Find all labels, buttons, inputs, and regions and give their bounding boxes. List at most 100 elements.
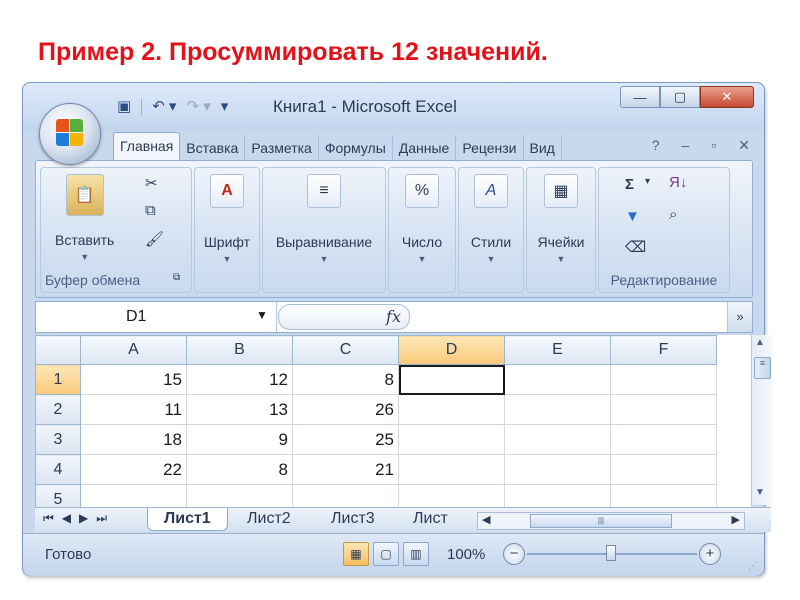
normal-view-button[interactable]: ▦ [343,542,369,566]
help-icon[interactable]: ? [652,137,660,154]
cell[interactable] [610,424,717,455]
page-layout-view-button[interactable]: ▢ [373,542,399,566]
autosum-icon[interactable]: Σ [625,176,634,193]
fill-icon[interactable]: ▼ [625,208,640,225]
vertical-scrollbar[interactable]: ▲ ≡ ▼ [751,335,772,505]
cell[interactable]: 26 [292,394,399,425]
row-header[interactable]: 4 [35,454,81,485]
zoom-out-button[interactable]: − [503,543,525,565]
cell[interactable] [398,484,505,507]
cell[interactable] [610,454,717,485]
number-button[interactable]: % Число ▼ [389,174,455,264]
cell[interactable] [80,484,187,507]
zoom-level[interactable]: 100% [447,546,485,563]
select-all-corner[interactable] [35,335,81,365]
find-select-icon[interactable]: ⌕ [669,206,677,223]
active-cell[interactable] [398,364,505,395]
row-header[interactable]: 2 [35,394,81,425]
scroll-left-icon[interactable]: ◀ [482,513,490,526]
column-header[interactable]: A [80,335,187,365]
maximize-button[interactable]: ▢ [660,86,700,108]
zoom-slider-thumb[interactable] [606,545,616,561]
column-header[interactable]: E [504,335,611,365]
cell[interactable]: 13 [186,394,293,425]
cell[interactable]: 9 [186,424,293,455]
tab-view[interactable]: Вид [524,135,562,161]
tab-home[interactable]: Главная [113,132,181,161]
cell[interactable]: 21 [292,454,399,485]
chevron-down-icon[interactable]: ▾ [645,176,650,187]
copy-icon[interactable]: ⧉ [145,202,156,219]
office-button[interactable] [39,103,101,165]
sheet-tab[interactable]: Лист3 [315,508,391,530]
scroll-right-icon[interactable]: ▶ [732,513,740,526]
cells-button[interactable]: ▦ Ячейки ▼ [527,174,595,264]
cell[interactable] [504,394,611,425]
row-header[interactable]: 5 [35,484,81,507]
page-break-view-button[interactable]: ▥ [403,542,429,566]
cell[interactable] [610,394,717,425]
cell[interactable]: 25 [292,424,399,455]
cell[interactable] [610,364,717,395]
save-icon[interactable]: ▣ [117,97,131,117]
resize-grip-icon[interactable]: ⋰ [748,561,758,572]
paste-button[interactable]: 📋 Вставить ▼ [55,174,114,262]
format-painter-icon[interactable]: 🖌 [145,230,164,248]
cell[interactable] [398,394,505,425]
zoom-in-button[interactable]: + [699,543,721,565]
font-button[interactable]: A Шрифт ▼ [195,174,259,264]
cell[interactable]: 22 [80,454,187,485]
expand-formula-bar-icon[interactable]: » [727,302,752,332]
cell[interactable]: 11 [80,394,187,425]
column-header[interactable]: C [292,335,399,365]
undo-icon[interactable]: ↶ ▾ [152,97,176,117]
scroll-thumb[interactable]: ||| [530,514,672,528]
tab-insert[interactable]: Вставка [180,135,246,161]
cell[interactable] [398,454,505,485]
column-header-selected[interactable]: D [398,335,505,365]
cell[interactable]: 15 [80,364,187,395]
workbook-close-button[interactable]: ✕ [738,137,750,154]
cell[interactable]: 8 [292,364,399,395]
tab-review[interactable]: Рецензи [456,135,524,161]
redo-icon[interactable]: ↷ ▾ [186,97,210,117]
cell[interactable] [504,484,611,507]
sheet-tab[interactable]: Лист2 [231,508,307,530]
horizontal-scrollbar[interactable]: ◀ ||| ▶ [477,512,745,530]
fx-icon[interactable]: fx [386,307,401,326]
cell[interactable] [610,484,717,507]
cell[interactable] [504,454,611,485]
sheet-tab[interactable]: Лист [397,508,464,530]
scroll-up-icon[interactable]: ▲ [755,337,765,348]
alignment-button[interactable]: ≡ Выравнивание ▼ [263,174,385,264]
cell[interactable]: 12 [186,364,293,395]
sheet-navigation-icons[interactable]: ⏮◀▶⏭ [43,511,115,526]
row-header[interactable]: 3 [35,424,81,455]
tab-page-layout[interactable]: Разметка [245,135,319,161]
cell[interactable] [504,364,611,395]
close-button[interactable]: ✕ [700,86,754,108]
workbook-minimize-button[interactable]: – [682,137,690,154]
minimize-button[interactable]: — [620,86,660,108]
scroll-down-icon[interactable]: ▼ [755,487,765,498]
styles-button[interactable]: A Стили ▼ [459,174,523,264]
customize-qat-icon[interactable]: ▾ [221,97,229,117]
cell[interactable] [504,424,611,455]
cell[interactable]: 8 [186,454,293,485]
name-box[interactable]: D1 ▼ [36,302,277,332]
cell[interactable]: 18 [80,424,187,455]
clear-icon[interactable]: ⌫ [625,238,646,256]
tab-data[interactable]: Данные [393,135,457,161]
insert-function-control[interactable]: fx [278,304,410,330]
sheet-tab-active[interactable]: Лист1 [147,508,228,531]
dialog-launcher-icon[interactable]: ⧉ [173,272,180,283]
cell[interactable] [186,484,293,507]
tab-formulas[interactable]: Формулы [319,135,393,161]
cut-icon[interactable]: ✂ [145,174,158,192]
sort-filter-icon[interactable]: Я↓ [669,174,687,191]
workbook-restore-button[interactable]: ▫ [711,137,716,154]
cell[interactable] [398,424,505,455]
scroll-thumb[interactable]: ≡ [754,357,771,379]
column-header[interactable]: B [186,335,293,365]
chevron-down-icon[interactable]: ▼ [256,308,268,322]
